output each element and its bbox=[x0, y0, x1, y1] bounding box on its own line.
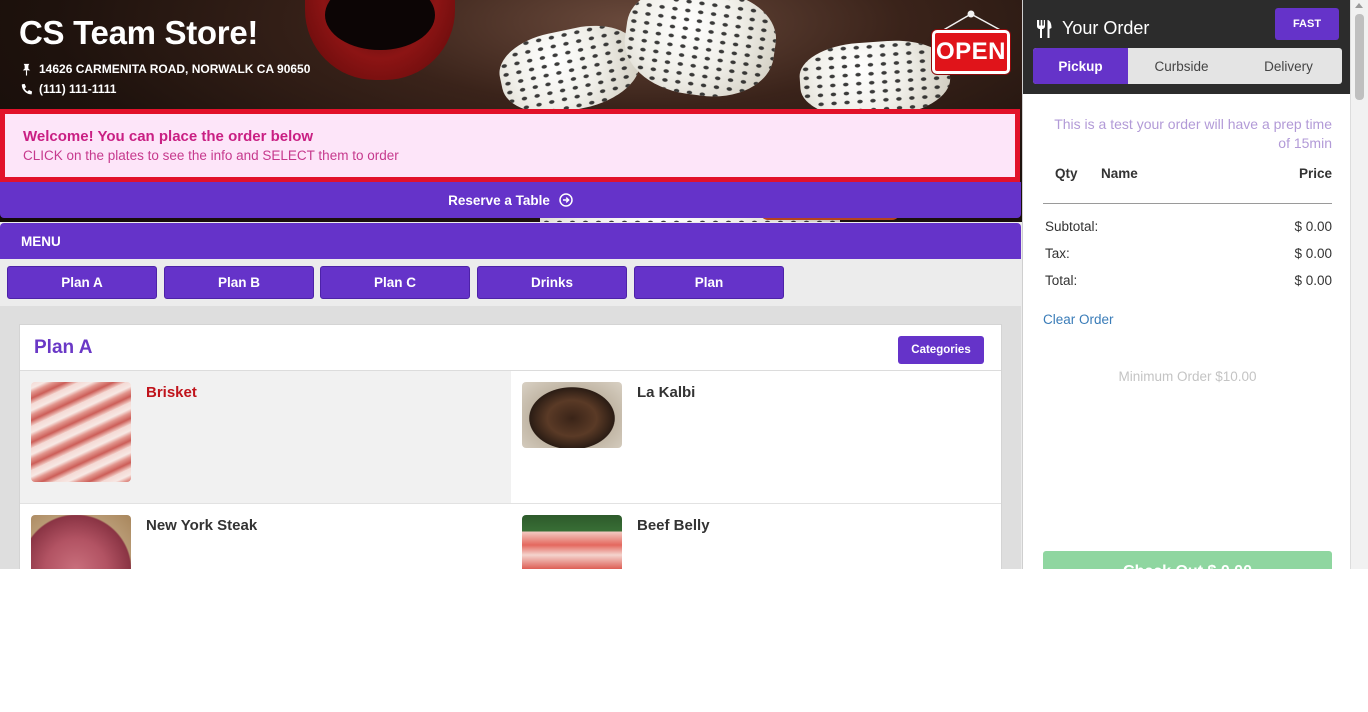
category-plan-a-button[interactable]: Plan A bbox=[7, 266, 157, 299]
tab-delivery[interactable]: Delivery bbox=[1235, 48, 1342, 84]
new-york-steak-image bbox=[31, 515, 131, 569]
category-plan-button[interactable]: Plan bbox=[634, 266, 784, 299]
minimum-order-note: Minimum Order $10.00 bbox=[1118, 369, 1257, 384]
tax-value: $ 0.00 bbox=[1294, 246, 1332, 261]
tax-row: Tax: $ 0.00 bbox=[1045, 246, 1332, 261]
categories-button[interactable]: Categories bbox=[898, 336, 984, 364]
hero-rice-decoration bbox=[493, 16, 647, 124]
scroll-up-arrow-icon[interactable] bbox=[1355, 3, 1363, 8]
plan-a-section: Plan A Categories Brisket La Kalbi New Y… bbox=[19, 324, 1002, 569]
order-sidebar: Your Order FAST Pickup Curbside Delivery… bbox=[1022, 0, 1351, 569]
phone-icon bbox=[21, 83, 33, 94]
hero-rice-decoration bbox=[618, 0, 782, 105]
category-plan-b-button[interactable]: Plan B bbox=[164, 266, 314, 299]
fast-button[interactable]: FAST bbox=[1275, 8, 1339, 40]
store-phone-text: (111) 111-1111 bbox=[39, 82, 117, 96]
tab-pickup[interactable]: Pickup bbox=[1033, 48, 1128, 84]
tab-curbside[interactable]: Curbside bbox=[1128, 48, 1235, 84]
menu-item-name: Brisket bbox=[146, 384, 197, 401]
menu-item-name: Beef Belly bbox=[637, 517, 710, 534]
beef-belly-image bbox=[522, 515, 622, 569]
utensils-icon bbox=[1037, 19, 1052, 38]
category-plan-c-button[interactable]: Plan C bbox=[320, 266, 470, 299]
prep-time-note: This is a test your order will have a pr… bbox=[1054, 116, 1332, 151]
pin-icon bbox=[22, 63, 31, 76]
column-price: Price bbox=[1298, 166, 1332, 181]
reserve-table-label: Reserve a Table bbox=[448, 192, 550, 208]
welcome-title: Welcome! You can place the order below bbox=[23, 128, 314, 145]
order-title-text: Your Order bbox=[1062, 18, 1150, 38]
scroll-thumb[interactable] bbox=[1355, 14, 1364, 100]
column-qty: Qty bbox=[1055, 166, 1078, 181]
order-table-header: Qty Name Price bbox=[1043, 166, 1332, 204]
store-phone[interactable]: (111) 111-1111 bbox=[20, 82, 116, 96]
category-tabs: Plan A Plan B Plan C Drinks Plan bbox=[0, 259, 1021, 306]
store-address-text: 14626 CARMENITA ROAD, NORWALK CA 90650 bbox=[39, 62, 311, 76]
menu-item-name: La Kalbi bbox=[637, 384, 696, 401]
menu-item-name: New York Steak bbox=[146, 517, 258, 534]
welcome-banner: Welcome! You can place the order below C… bbox=[0, 109, 1020, 182]
section-header: Plan A Categories bbox=[20, 325, 1001, 371]
menu-item-beef-belly[interactable]: Beef Belly bbox=[511, 504, 1001, 569]
reserve-table-button[interactable]: Reserve a Table bbox=[0, 182, 1021, 218]
total-row: Total: $ 0.00 bbox=[1045, 273, 1332, 288]
welcome-text: CLICK on the plates to see the info and … bbox=[23, 148, 399, 163]
total-label: Total: bbox=[1045, 273, 1078, 288]
page-viewport: CS Team Store! 14626 CARMENITA ROAD, NOR… bbox=[0, 0, 1368, 569]
order-title: Your Order bbox=[1035, 18, 1149, 39]
la-kalbi-image bbox=[522, 382, 622, 448]
open-sign: OPEN bbox=[932, 10, 1012, 75]
menu-label: MENU bbox=[21, 234, 61, 249]
arrow-circle-right-icon bbox=[559, 193, 573, 207]
menu-header: MENU bbox=[0, 223, 1021, 259]
clear-order-link[interactable]: Clear Order bbox=[1043, 312, 1114, 327]
scrollbar[interactable] bbox=[1350, 0, 1368, 569]
store-address: 14626 CARMENITA ROAD, NORWALK CA 90650 bbox=[20, 62, 310, 76]
total-value: $ 0.00 bbox=[1294, 273, 1332, 288]
section-title: Plan A bbox=[34, 337, 93, 358]
subtotal-row: Subtotal: $ 0.00 bbox=[1045, 219, 1332, 234]
checkout-button[interactable]: Check Out $ 0.00 bbox=[1043, 551, 1332, 569]
subtotal-label: Subtotal: bbox=[1045, 219, 1099, 234]
open-sign-label: OPEN bbox=[932, 30, 1010, 74]
tax-label: Tax: bbox=[1045, 246, 1070, 261]
category-drinks-button[interactable]: Drinks bbox=[477, 266, 627, 299]
store-title: CS Team Store! bbox=[19, 14, 259, 51]
column-name: Name bbox=[1101, 166, 1138, 181]
order-header: Your Order FAST Pickup Curbside Delivery bbox=[1023, 0, 1351, 94]
menu-item-brisket[interactable]: Brisket bbox=[20, 371, 511, 504]
brisket-image bbox=[31, 382, 131, 482]
subtotal-value: $ 0.00 bbox=[1294, 219, 1332, 234]
menu-item-la-kalbi[interactable]: La Kalbi bbox=[511, 371, 1001, 504]
menu-item-new-york-steak[interactable]: New York Steak bbox=[20, 504, 511, 569]
order-mode-tabs: Pickup Curbside Delivery bbox=[1033, 48, 1342, 84]
